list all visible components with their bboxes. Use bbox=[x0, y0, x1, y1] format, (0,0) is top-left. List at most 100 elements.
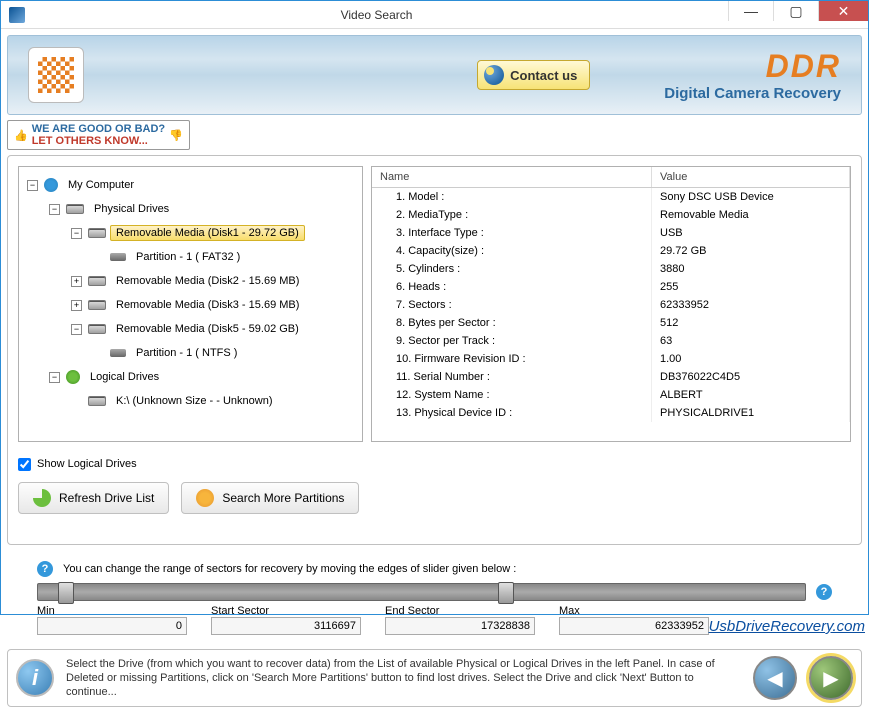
tree-node[interactable]: K:\ (Unknown Size - - Unknown) bbox=[21, 389, 360, 413]
max-label: Max bbox=[559, 605, 709, 617]
tree-toggle-icon[interactable]: − bbox=[71, 324, 82, 335]
app-window: Video Search — ▢ ✕ Contact us DDR Digita… bbox=[0, 0, 869, 615]
show-logical-checkbox[interactable] bbox=[18, 458, 31, 471]
detail-value: Removable Media bbox=[652, 206, 850, 224]
window-controls: — ▢ ✕ bbox=[728, 1, 868, 28]
icon-drive-icon bbox=[88, 276, 106, 286]
tree-toggle-icon[interactable]: − bbox=[71, 228, 82, 239]
detail-rows: 1. Model :Sony DSC USB Device2. MediaTyp… bbox=[372, 188, 850, 422]
tree-node[interactable]: − My Computer bbox=[21, 173, 360, 197]
col-name-header[interactable]: Name bbox=[372, 167, 652, 187]
tree-node[interactable]: −Removable Media (Disk5 - 59.02 GB) bbox=[21, 317, 360, 341]
detail-header: Name Value bbox=[372, 167, 850, 188]
icon-computer-icon bbox=[44, 178, 58, 192]
min-input[interactable] bbox=[37, 617, 187, 635]
detail-value: Sony DSC USB Device bbox=[652, 188, 850, 206]
tree-node[interactable]: Partition - 1 ( FAT32 ) bbox=[21, 245, 360, 269]
tree-node[interactable]: +Removable Media (Disk2 - 15.69 MB) bbox=[21, 269, 360, 293]
detail-row[interactable]: 11. Serial Number :DB376022C4D5 bbox=[372, 368, 850, 386]
refresh-drive-list-button[interactable]: Refresh Drive List bbox=[18, 482, 169, 514]
detail-name: 6. Heads : bbox=[372, 278, 652, 296]
search-more-partitions-button[interactable]: Search More Partitions bbox=[181, 482, 359, 514]
detail-row[interactable]: 2. MediaType :Removable Media bbox=[372, 206, 850, 224]
icon-drive-icon bbox=[88, 300, 106, 310]
footer-link[interactable]: UsbDriveRecovery.com bbox=[709, 618, 865, 635]
tree-label: Partition - 1 ( FAT32 ) bbox=[130, 249, 246, 265]
col-value-header[interactable]: Value bbox=[652, 167, 850, 187]
detail-value: 62333952 bbox=[652, 296, 850, 314]
close-button[interactable]: ✕ bbox=[818, 1, 868, 21]
detail-row[interactable]: 10. Firmware Revision ID :1.00 bbox=[372, 350, 850, 368]
tree-toggle-icon[interactable]: + bbox=[71, 276, 82, 287]
detail-name: 1. Model : bbox=[372, 188, 652, 206]
icon-drive-icon bbox=[66, 204, 84, 214]
detail-row[interactable]: 7. Sectors :62333952 bbox=[372, 296, 850, 314]
detail-name: 2. MediaType : bbox=[372, 206, 652, 224]
tree-node[interactable]: − Physical Drives bbox=[21, 197, 360, 221]
tree-label: Removable Media (Disk3 - 15.69 MB) bbox=[110, 297, 305, 313]
detail-name: 3. Interface Type : bbox=[372, 224, 652, 242]
window-title: Video Search bbox=[25, 8, 728, 22]
prev-button[interactable]: ◀ bbox=[753, 656, 797, 700]
start-sector-input[interactable] bbox=[211, 617, 361, 635]
detail-name: 10. Firmware Revision ID : bbox=[372, 350, 652, 368]
detail-value: 29.72 GB bbox=[652, 242, 850, 260]
search-icon bbox=[196, 489, 214, 507]
next-button[interactable]: ▶ bbox=[809, 656, 853, 700]
tree-label: My Computer bbox=[62, 177, 140, 193]
info-icon: i bbox=[16, 659, 54, 697]
minimize-button[interactable]: — bbox=[728, 1, 773, 21]
end-sector-input[interactable] bbox=[385, 617, 535, 635]
detail-name: 13. Physical Device ID : bbox=[372, 404, 652, 422]
detail-row[interactable]: 3. Interface Type :USB bbox=[372, 224, 850, 242]
detail-name: 9. Sector per Track : bbox=[372, 332, 652, 350]
detail-name: 4. Capacity(size) : bbox=[372, 242, 652, 260]
detail-name: 12. System Name : bbox=[372, 386, 652, 404]
detail-row[interactable]: 4. Capacity(size) :29.72 GB bbox=[372, 242, 850, 260]
tree-toggle-icon[interactable]: − bbox=[27, 180, 38, 191]
tree-toggle-icon[interactable]: − bbox=[49, 372, 60, 383]
help-icon-right[interactable]: ? bbox=[816, 584, 832, 600]
help-icon-left[interactable]: ? bbox=[37, 561, 53, 577]
detail-row[interactable]: 9. Sector per Track :63 bbox=[372, 332, 850, 350]
detail-row[interactable]: 13. Physical Device ID :PHYSICALDRIVE1 bbox=[372, 404, 850, 422]
contact-icon bbox=[484, 65, 504, 85]
thumbs-up-icon: 👍 bbox=[14, 129, 28, 142]
detail-value: 63 bbox=[652, 332, 850, 350]
logo-pattern-icon bbox=[38, 57, 74, 93]
max-input[interactable] bbox=[559, 617, 709, 635]
icon-disk-icon bbox=[110, 349, 126, 357]
tree-node[interactable]: + Removable Media (Disk3 - 15.69 MB) bbox=[21, 293, 360, 317]
feedback-banner[interactable]: 👍 WE ARE GOOD OR BAD? LET OTHERS KNOW...… bbox=[7, 120, 190, 150]
tree-node[interactable]: −Logical Drives bbox=[21, 365, 360, 389]
icon-drive-icon bbox=[88, 228, 106, 238]
drive-tree[interactable]: −My Computer−Physical Drives−Removable M… bbox=[18, 166, 363, 442]
tree-toggle-icon[interactable]: + bbox=[71, 300, 82, 311]
tree-label: Physical Drives bbox=[88, 201, 175, 217]
detail-row[interactable]: 12. System Name :ALBERT bbox=[372, 386, 850, 404]
detail-value: 1.00 bbox=[652, 350, 850, 368]
detail-row[interactable]: 6. Heads :255 bbox=[372, 278, 850, 296]
icon-logical-icon bbox=[66, 370, 80, 384]
feedback-bar: 👍 WE ARE GOOD OR BAD? LET OTHERS KNOW...… bbox=[7, 119, 862, 151]
titlebar: Video Search — ▢ ✕ bbox=[1, 1, 868, 29]
tree-node[interactable]: −Removable Media (Disk1 - 29.72 GB) bbox=[21, 221, 360, 245]
main-panel: −My Computer−Physical Drives−Removable M… bbox=[7, 155, 862, 545]
show-logical-checkbox-row[interactable]: Show Logical Drives bbox=[18, 458, 137, 471]
tree-node[interactable]: Partition - 1 ( NTFS ) bbox=[21, 341, 360, 365]
detail-row[interactable]: 5. Cylinders :3880 bbox=[372, 260, 850, 278]
detail-name: 11. Serial Number : bbox=[372, 368, 652, 386]
maximize-button[interactable]: ▢ bbox=[773, 1, 818, 21]
icon-drive-icon bbox=[88, 396, 106, 406]
bottom-bar: i Select the Drive (from which you want … bbox=[7, 649, 862, 707]
detail-row[interactable]: 8. Bytes per Sector :512 bbox=[372, 314, 850, 332]
detail-list[interactable]: Name Value 1. Model :Sony DSC USB Device… bbox=[371, 166, 851, 442]
sector-slider[interactable] bbox=[37, 583, 806, 601]
detail-row[interactable]: 1. Model :Sony DSC USB Device bbox=[372, 188, 850, 206]
detail-value: ALBERT bbox=[652, 386, 850, 404]
contact-us-button[interactable]: Contact us bbox=[477, 60, 590, 90]
refresh-icon bbox=[33, 489, 51, 507]
feedback-line1: WE ARE GOOD OR BAD? bbox=[32, 123, 165, 135]
detail-value: 3880 bbox=[652, 260, 850, 278]
tree-toggle-icon[interactable]: − bbox=[49, 204, 60, 215]
